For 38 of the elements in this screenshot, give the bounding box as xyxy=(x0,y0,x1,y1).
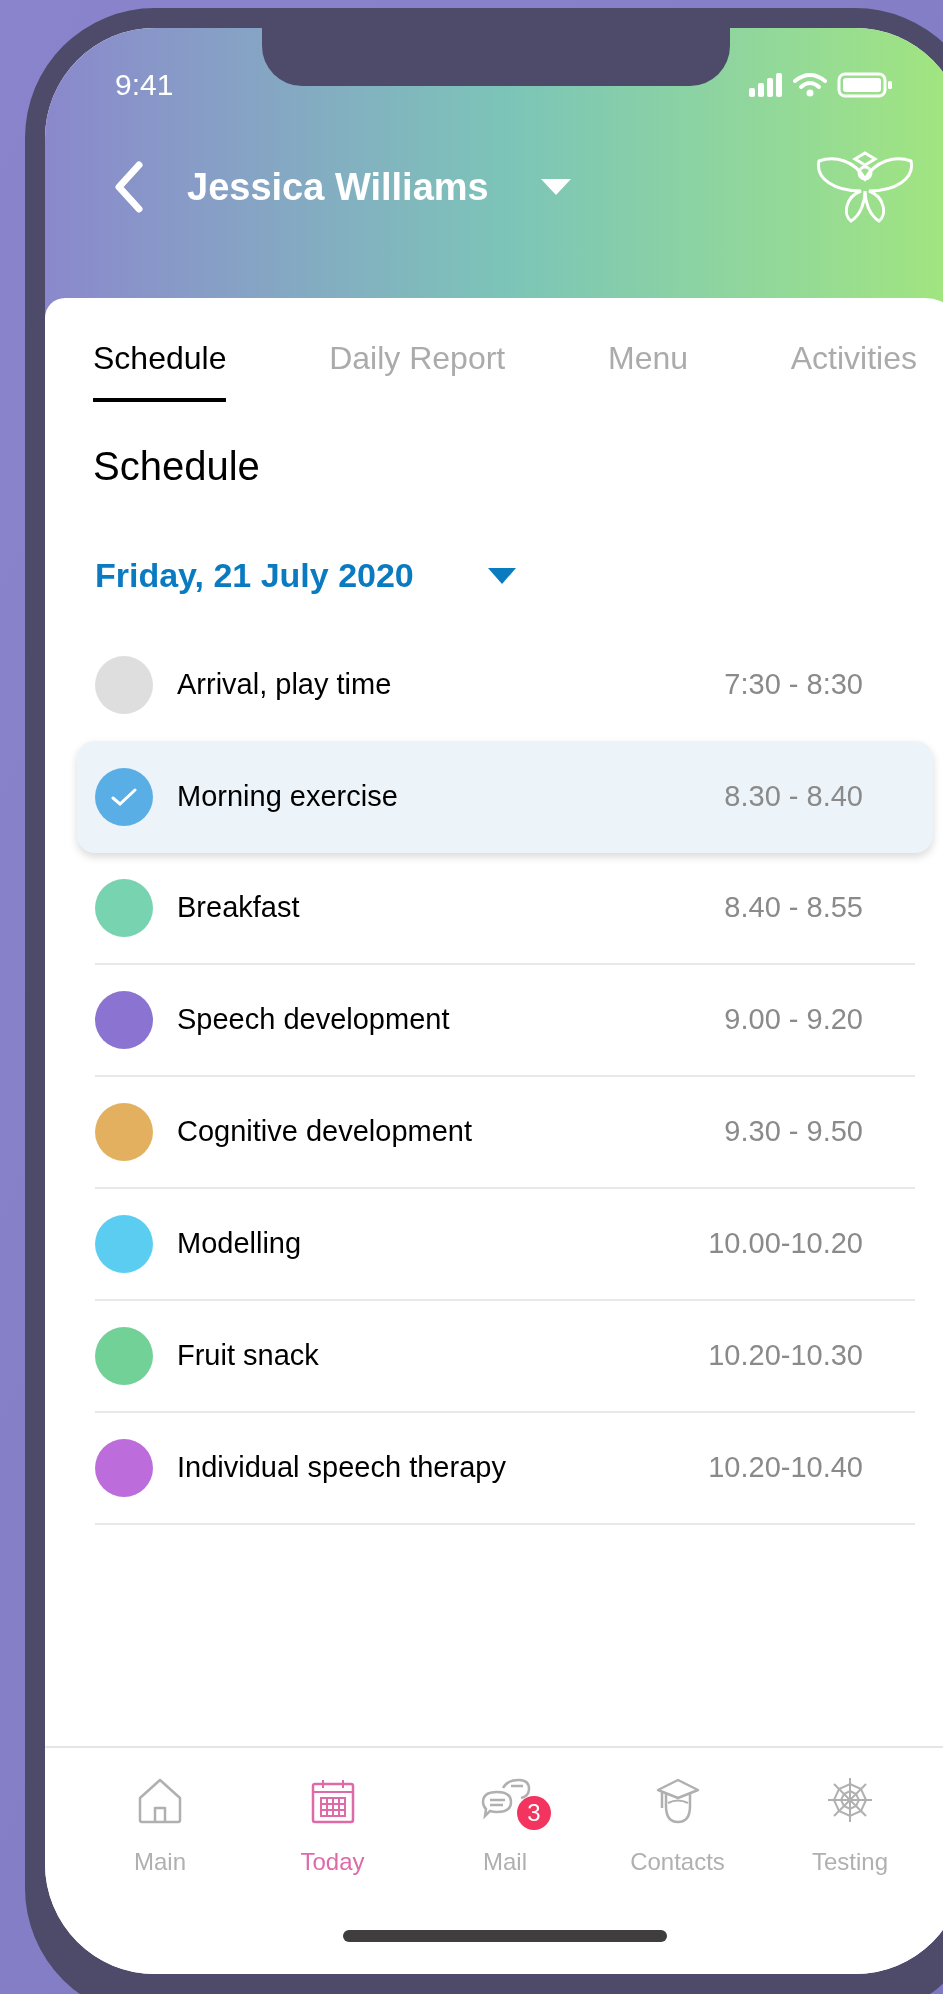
schedule-row-highlighted[interactable]: Morning exercise 8.30 - 8.40 xyxy=(77,741,933,853)
tab[interactable]: Schedule xyxy=(93,334,227,402)
activity-title: Modelling xyxy=(177,1226,302,1262)
battery-icon xyxy=(837,71,893,98)
activity-time: 8.30 - 8.40 xyxy=(724,779,863,815)
activity-title: Morning exercise xyxy=(177,779,398,815)
schedule-row[interactable]: Fruit snack 10.20-10.30 xyxy=(95,1301,915,1413)
activity-title: Breakfast xyxy=(177,890,300,926)
schedule-row[interactable]: Speech development 9.00 - 9.20 xyxy=(95,965,915,1077)
wifi-icon xyxy=(793,72,827,97)
schedule-row[interactable]: Cognitive development 9.30 - 9.50 xyxy=(95,1077,915,1189)
activity-title: Speech development xyxy=(177,1002,450,1038)
activity-time: 10.20-10.40 xyxy=(708,1450,863,1486)
activity-time: 7:30 - 8:30 xyxy=(724,667,863,703)
status-time: 9:41 xyxy=(115,67,174,103)
schedule-row[interactable]: Breakfast 8.40 - 8.55 xyxy=(95,853,915,965)
nav-tab[interactable]: 3 Mail xyxy=(430,1774,580,1880)
activity-time: 10.20-10.30 xyxy=(708,1338,863,1374)
activity-title: Individual speech therapy xyxy=(177,1450,506,1486)
activity-title: Fruit snack xyxy=(177,1338,319,1374)
activity-title: Arrival, play time xyxy=(177,667,392,703)
activity-title: Cognitive development xyxy=(177,1114,472,1150)
activity-time: 10.00-10.20 xyxy=(708,1226,863,1262)
section-heading: Schedule xyxy=(92,443,261,490)
signal-icon xyxy=(749,72,783,97)
schedule-row[interactable]: Modelling 10.00-10.20 xyxy=(95,1189,915,1301)
back-icon[interactable] xyxy=(113,161,145,213)
schedule-row[interactable]: Individual speech therapy 10.20-10.40 xyxy=(95,1413,915,1525)
unread-badge: 3 xyxy=(517,1796,551,1830)
schedule-row[interactable]: Arrival, play time 7:30 - 8:30 xyxy=(95,629,915,741)
child-name: Jessica Williams xyxy=(187,164,489,210)
dropdown-caret-icon[interactable] xyxy=(487,567,516,584)
dropdown-caret-icon[interactable] xyxy=(540,179,571,195)
activity-time: 9.30 - 9.50 xyxy=(724,1114,863,1150)
butterfly-logo-icon xyxy=(815,151,915,223)
activity-time: 8.40 - 8.55 xyxy=(724,890,863,926)
date-picker[interactable]: Friday, 21 July 2020 xyxy=(95,550,414,601)
activity-time: 9.00 - 9.20 xyxy=(724,1002,863,1038)
